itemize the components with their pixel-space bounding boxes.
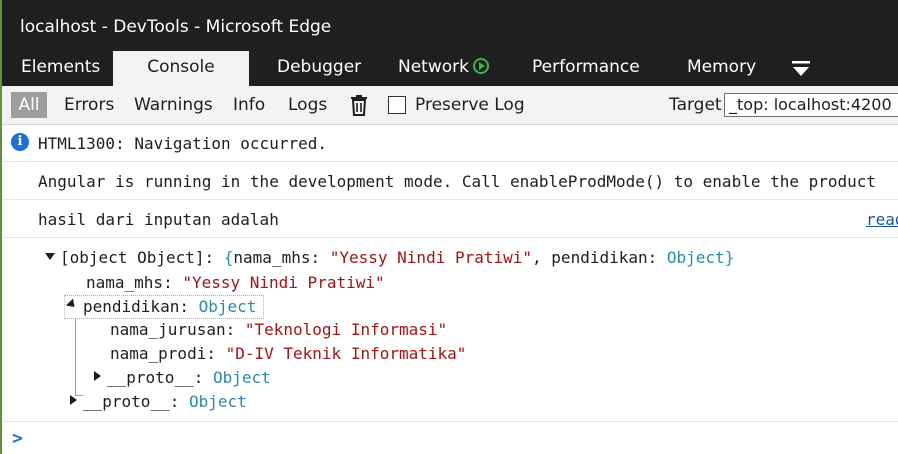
object-brace: } <box>724 248 735 267</box>
collapse-arrow-icon[interactable] <box>70 395 77 405</box>
object-root-line[interactable]: [object Object]: {nama_mhs: "Yessy Nindi… <box>60 248 734 267</box>
console-prompt[interactable]: > <box>12 428 23 449</box>
window-title: localhost - DevTools - Microsoft Edge <box>20 17 332 37</box>
target-label: Target <box>669 95 722 115</box>
object-key: pendidikan: <box>551 248 667 267</box>
console-output: i HTML1300: Navigation occurred. Angular… <box>0 125 898 454</box>
console-message-text: HTML1300: Navigation occurred. <box>38 134 327 153</box>
record-play-icon <box>472 58 489 74</box>
console-message-row: Angular is running in the development mo… <box>0 162 898 200</box>
property-key: __proto__: <box>107 368 213 387</box>
tab-console[interactable]: Console <box>113 51 249 86</box>
console-toolbar: All Errors Warnings Info Logs Preserve L… <box>0 86 898 125</box>
filter-warnings-button[interactable]: Warnings <box>134 86 213 124</box>
filter-all-button[interactable]: All <box>11 92 47 118</box>
property-inner-proto[interactable]: __proto__: Object <box>107 368 271 387</box>
property-outer-proto[interactable]: __proto__: Object <box>83 392 247 411</box>
tree-guide-line <box>75 318 76 396</box>
property-key: nama_mhs: <box>86 273 183 292</box>
tab-debugger[interactable]: Debugger <box>277 51 361 86</box>
property-value: Object <box>212 368 271 387</box>
filter-errors-button[interactable]: Errors <box>64 86 114 124</box>
object-separator: , <box>532 248 552 267</box>
console-message-text: Angular is running in the development mo… <box>38 172 877 191</box>
property-key: nama_jurusan: <box>110 320 245 339</box>
title-bar: localhost - DevTools - Microsoft Edge <box>0 0 898 51</box>
object-brace: { <box>223 248 234 267</box>
object-tree-row: [object Object]: {nama_mhs: "Yessy Nindi… <box>0 238 898 422</box>
property-value: "Yessy Nindi Pratiwi" <box>182 273 385 292</box>
console-message-row: i HTML1300: Navigation occurred. <box>0 125 898 162</box>
tab-memory[interactable]: Memory <box>687 51 756 86</box>
filter-logs-button[interactable]: Logs <box>288 86 327 124</box>
filter-info-button[interactable]: Info <box>233 86 265 124</box>
property-key: nama_prodi: <box>110 344 226 363</box>
tab-performance[interactable]: Performance <box>532 51 640 86</box>
property-key: __proto__: <box>83 392 189 411</box>
object-root-label: [object Object]: <box>60 248 224 267</box>
more-tabs-chevron-icon[interactable] <box>792 61 810 79</box>
property-value: Object <box>188 392 247 411</box>
object-type-value: Object <box>666 248 725 267</box>
property-nama-mhs: nama_mhs: "Yessy Nindi Pratiwi" <box>86 273 385 292</box>
tab-network-label: Network <box>398 57 469 77</box>
devtools-tab-bar: Elements Console Debugger Network Perfor… <box>0 51 898 86</box>
object-string-value: "Yessy Nindi Pratiwi" <box>329 248 533 267</box>
target-select[interactable]: _top: localhost:4200 <box>724 93 898 117</box>
object-key: nama_mhs: <box>233 248 330 267</box>
property-key: pendidikan: <box>83 297 199 316</box>
property-value: Object <box>198 297 257 316</box>
info-icon: i <box>11 133 29 151</box>
console-message-text: hasil dari inputan adalah <box>38 210 279 229</box>
preserve-log-checkbox[interactable] <box>388 96 406 114</box>
tab-elements[interactable]: Elements <box>21 51 100 86</box>
property-value: "Teknologi Informasi" <box>244 320 448 339</box>
property-value: "D-IV Teknik Informatika" <box>225 344 467 363</box>
window-edge <box>0 0 2 454</box>
expand-arrow-icon[interactable] <box>45 253 55 260</box>
collapse-arrow-icon[interactable] <box>94 371 101 381</box>
preserve-log-label: Preserve Log <box>415 95 525 115</box>
clear-console-trash-icon[interactable] <box>349 95 369 116</box>
property-nama-jurusan: nama_jurusan: "Teknologi Informasi" <box>110 320 447 339</box>
console-message-row: hasil dari inputan adalah read <box>0 200 898 238</box>
tab-network[interactable]: Network <box>398 51 489 86</box>
property-nama-prodi: nama_prodi: "D-IV Teknik Informatika" <box>110 344 466 363</box>
source-link[interactable]: read <box>866 210 898 229</box>
property-pendidikan[interactable]: pendidikan: Object <box>83 297 256 316</box>
